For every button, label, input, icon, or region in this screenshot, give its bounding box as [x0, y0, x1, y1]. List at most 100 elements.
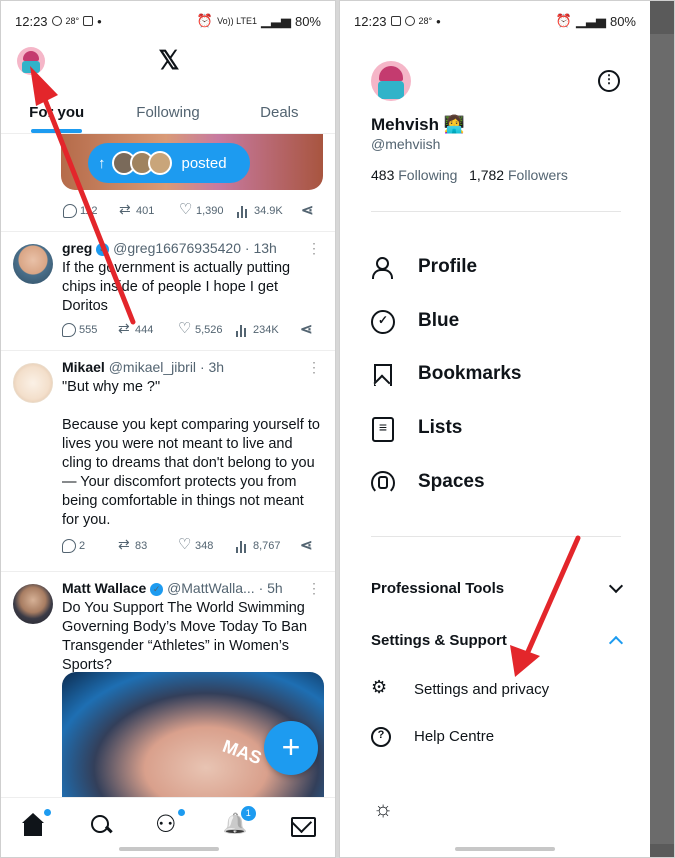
home-icon[interactable]: [21, 809, 52, 838]
gallery-icon: [390, 16, 401, 26]
timeline-tabs: For you Following Deals: [1, 86, 335, 134]
share-button[interactable]: [301, 201, 321, 219]
tweet-actions: 555 444 5,526 234K: [62, 319, 324, 340]
share-icon: [301, 201, 315, 219]
tab-deals[interactable]: Deals: [224, 86, 335, 133]
follow-counts: 483 Following 1,782 Followers: [371, 167, 568, 183]
menu-label: Profile: [418, 256, 478, 277]
views-button[interactable]: 8,767: [236, 539, 300, 553]
tweet[interactable]: greg ✓ @greg16676935420 · 13h ⋮ If the g…: [1, 231, 335, 348]
like-button[interactable]: 348: [178, 535, 236, 553]
whatsapp-icon: [404, 16, 415, 26]
professional-tools-toggle[interactable]: Professional Tools: [371, 578, 624, 597]
heart-icon: [179, 200, 193, 218]
menu-item-lists[interactable]: Lists: [371, 417, 463, 442]
gear-icon: [371, 677, 389, 698]
battery-text: 80%: [294, 13, 321, 29]
dimmed-timeline-overlay[interactable]: [650, 34, 674, 844]
search-icon[interactable]: [88, 812, 114, 838]
help-centre-item[interactable]: Help Centre: [371, 727, 495, 747]
menu-item-blue[interactable]: Blue: [371, 310, 459, 334]
more-options-icon[interactable]: ⋮: [307, 359, 321, 376]
author-name: Mikael: [62, 359, 105, 375]
settings-support-toggle[interactable]: Settings & Support: [371, 632, 624, 651]
timeline-feed[interactable]: ↑ posted 112 401 1,390 34.9K greg ✓ @gre…: [1, 134, 335, 797]
tweet[interactable]: Mikael @mikael_jibril · 3h ⋮ "But why me…: [1, 350, 335, 570]
tweet-text: "But why me ?" Because you kept comparin…: [62, 379, 320, 528]
status-dot: •: [436, 13, 441, 29]
following-link[interactable]: 483 Following: [371, 167, 457, 183]
compose-post-button[interactable]: +: [264, 721, 318, 775]
repost-button[interactable]: 83: [118, 536, 178, 553]
menu-item-spaces[interactable]: Spaces: [371, 471, 485, 495]
menu-item-bookmarks[interactable]: Bookmarks: [371, 363, 522, 386]
views-icon: [237, 204, 251, 218]
more-options-icon[interactable]: ⋮: [307, 240, 321, 257]
sub-item-label: Help Centre: [414, 727, 495, 745]
reply-count: 2: [79, 540, 86, 552]
notifications-icon[interactable]: 1: [222, 806, 256, 838]
new-posts-pill[interactable]: ↑ posted: [88, 143, 250, 183]
user-display-name[interactable]: Mehvish 👩‍💻: [371, 115, 465, 135]
like-button[interactable]: 5,526: [178, 319, 236, 337]
tweet-time: · 5h: [258, 580, 283, 596]
display-theme-icon[interactable]: ☼: [373, 798, 395, 820]
repost-count: 444: [135, 324, 154, 336]
views-button[interactable]: 34.9K: [237, 204, 301, 218]
notification-badge: 1: [240, 806, 256, 821]
more-accounts-icon[interactable]: ⋮: [598, 70, 620, 92]
communities-icon[interactable]: [155, 809, 185, 839]
alarm-icon: ⏰: [555, 13, 572, 28]
views-count: 8,767: [253, 540, 281, 552]
views-button[interactable]: 234K: [236, 323, 300, 337]
avatar[interactable]: [13, 363, 53, 403]
share-button[interactable]: [300, 536, 320, 554]
tweet-header: Matt Wallace ✓ @MattWalla... · 5h: [62, 580, 325, 596]
profile-avatar[interactable]: [371, 61, 411, 101]
sub-item-label: Settings and privacy: [414, 680, 550, 698]
spaces-icon: [371, 471, 395, 495]
more-options-icon[interactable]: ⋮: [307, 580, 321, 597]
settings-and-privacy-item[interactable]: Settings and privacy: [371, 677, 550, 698]
views-count: 34.9K: [254, 205, 283, 217]
tweet-time: · 13h: [244, 240, 277, 256]
messages-icon[interactable]: [289, 812, 316, 838]
tab-for-you[interactable]: For you: [1, 86, 112, 133]
gesture-bar: [119, 847, 219, 851]
user-handle: @mehviish: [371, 136, 441, 152]
tab-following[interactable]: Following: [112, 86, 223, 133]
repost-button[interactable]: 401: [119, 201, 179, 218]
profile-avatar-button[interactable]: [17, 47, 45, 75]
avatar[interactable]: [13, 584, 53, 624]
followers-count: 1,782: [469, 167, 505, 183]
tweet-actions: 2 83 348 8,767: [62, 535, 324, 556]
status-bar: 12:23 28° • ⏰ ▁▃▅ 80%: [340, 1, 650, 41]
like-button[interactable]: 1,390: [179, 200, 237, 218]
tweet-text: If the government is actually putting ch…: [62, 260, 295, 314]
reply-count: 112: [80, 205, 98, 217]
emoji-icon: 👩‍💻: [439, 115, 465, 134]
avatar[interactable]: [13, 244, 53, 284]
reply-button[interactable]: 112: [63, 204, 119, 218]
author-name: Matt Wallace: [62, 580, 147, 596]
status-temp: 28°: [65, 15, 80, 26]
tweet-actions: 112 401 1,390 34.9K: [63, 200, 325, 221]
following-count: 483: [371, 167, 395, 183]
signal-icon: ▁▃▅: [575, 13, 606, 28]
author-handle: @MattWalla...: [167, 580, 255, 596]
repost-button[interactable]: 444: [118, 320, 178, 337]
menu-item-profile[interactable]: Profile: [371, 256, 478, 279]
followers-link[interactable]: 1,782 Followers: [469, 167, 568, 183]
reply-button[interactable]: 2: [62, 539, 118, 553]
reply-icon: [62, 539, 76, 553]
share-button[interactable]: [300, 320, 320, 338]
like-count: 5,526: [195, 324, 223, 336]
heart-icon: [178, 319, 192, 337]
person-icon: [371, 256, 393, 279]
menu-label: Lists: [418, 417, 463, 438]
reply-button[interactable]: 555: [62, 323, 118, 337]
reply-icon: [62, 323, 76, 337]
views-count: 234K: [253, 324, 279, 336]
home-timeline-screen: 12:23 28° • ⏰ Vo)) LTE1 ▁▃▅ 80% 𝕏 For yo…: [0, 0, 336, 858]
menu-label: Bookmarks: [418, 363, 522, 384]
